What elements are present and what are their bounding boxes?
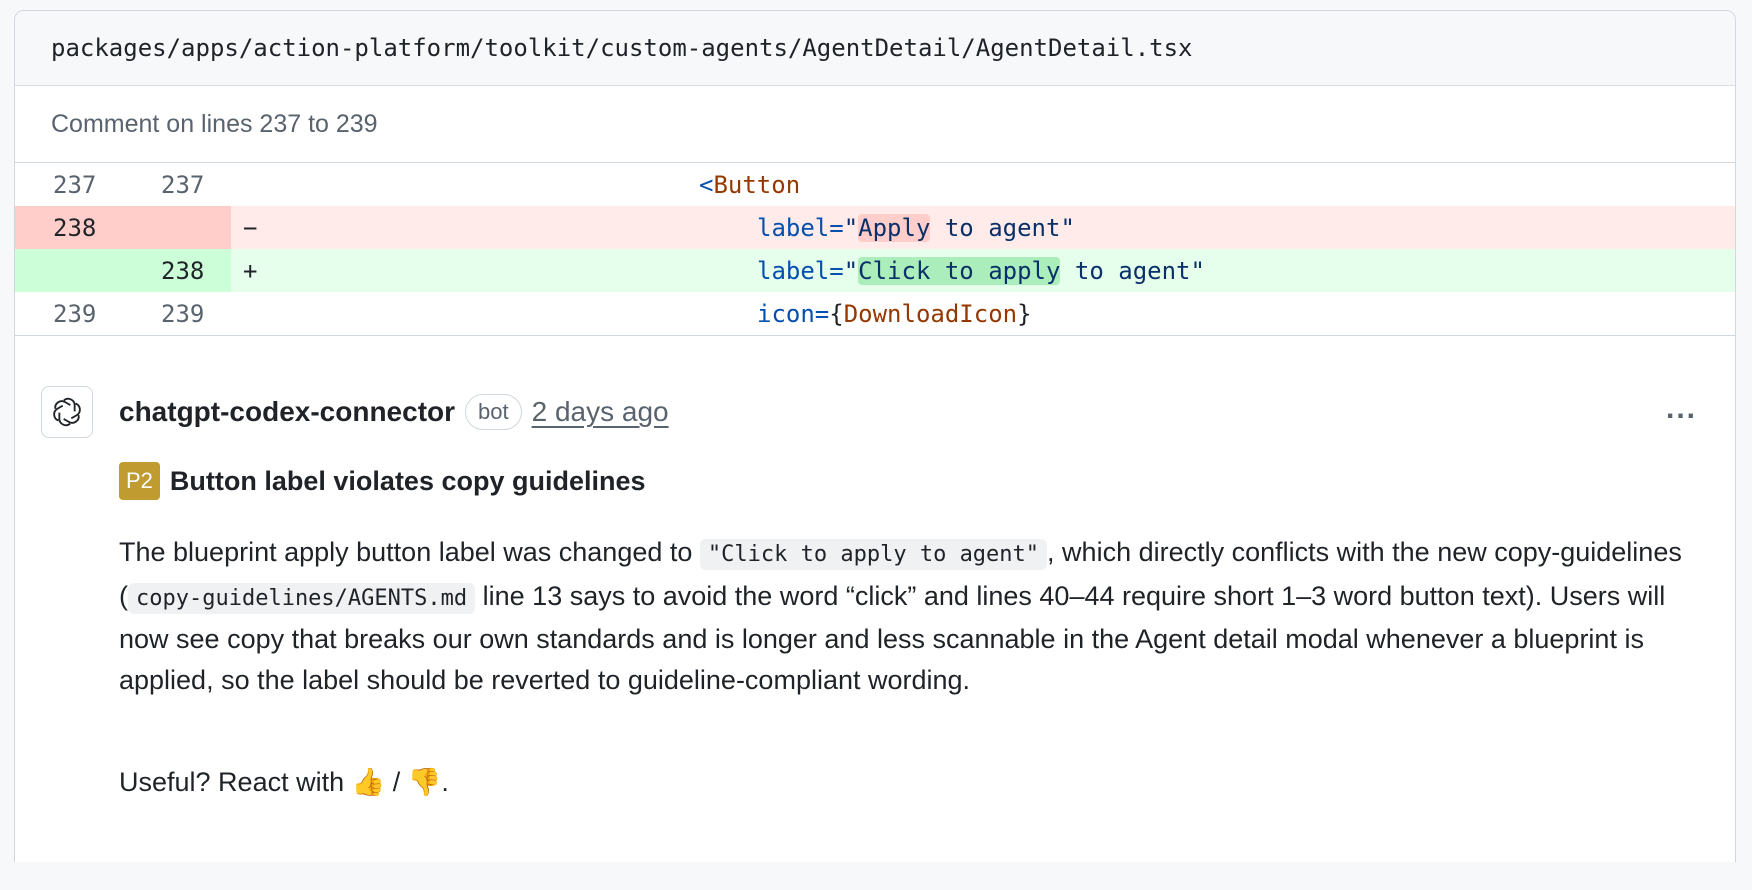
- diff-marker: [231, 292, 273, 335]
- code-token: ": [843, 256, 859, 285]
- comment-range-label: Comment on lines 237 to 239: [15, 86, 1735, 163]
- comment-body: The blueprint apply button label was cha…: [119, 532, 1699, 700]
- code-token: }: [1017, 299, 1032, 328]
- priority-badge: P2: [119, 462, 160, 500]
- code-token: to agent": [1060, 256, 1205, 285]
- code-token: icon=: [757, 299, 830, 328]
- author-link[interactable]: chatgpt-codex-connector: [119, 396, 455, 428]
- comment-title: Button label violates copy guidelines: [169, 465, 646, 496]
- code-token: {: [829, 299, 844, 328]
- kebab-menu-icon[interactable]: ...: [1666, 392, 1697, 426]
- feedback-separator: /: [385, 767, 408, 797]
- code-token: DownloadIcon: [843, 299, 1018, 328]
- code-token: <: [699, 170, 714, 199]
- openai-logo-icon: [53, 397, 81, 427]
- new-line-number[interactable]: 239: [123, 292, 231, 335]
- file-path[interactable]: packages/apps/action-platform/toolkit/cu…: [51, 34, 1193, 62]
- code-line: < Button: [273, 163, 800, 206]
- bot-badge: bot: [465, 394, 522, 430]
- review-comment-card: packages/apps/action-platform/toolkit/cu…: [14, 10, 1736, 890]
- diff-marker: +: [243, 256, 258, 285]
- old-line-number[interactable]: 238: [15, 206, 123, 249]
- inline-code-label: "Click to apply to agent": [699, 539, 1048, 570]
- comment-header: chatgpt-codex-connector bot 2 days ago: [119, 388, 669, 436]
- code-token: Button: [713, 170, 801, 199]
- avatar[interactable]: [41, 386, 93, 438]
- file-path-header[interactable]: packages/apps/action-platform/toolkit/cu…: [15, 11, 1735, 86]
- new-line-number[interactable]: [123, 206, 231, 249]
- comment-title-row: P2 Button label violates copy guidelines: [119, 462, 646, 500]
- body-text-1: The blueprint apply button label was cha…: [119, 537, 700, 567]
- old-line-number[interactable]: 239: [15, 292, 123, 335]
- code-token: Apply: [858, 213, 931, 242]
- diff-marker: [231, 163, 273, 206]
- thumbs-up-icon[interactable]: 👍: [352, 767, 386, 797]
- code-token: label=: [757, 256, 844, 285]
- new-line-number[interactable]: 238: [123, 249, 231, 292]
- new-line-number[interactable]: 237: [123, 163, 231, 206]
- diff-row: 238 + label= " Click to apply to agent": [15, 249, 1735, 292]
- thumbs-down-icon[interactable]: 👎: [408, 767, 442, 797]
- feedback-prompt: Useful? React with 👍 / 👎.: [119, 766, 449, 798]
- feedback-suffix: .: [441, 767, 449, 797]
- diff-row: 238− label= " Apply to agent": [15, 206, 1735, 249]
- old-line-number[interactable]: [15, 249, 123, 292]
- diff-hunk: 237 237 < Button 238− label= " Apply to agent" 2…: [15, 163, 1735, 336]
- code-token: to agent": [930, 213, 1075, 242]
- code-line: label= " Apply to agent": [273, 206, 1075, 249]
- diff-row: 239 239 icon={DownloadIcon}: [15, 292, 1735, 336]
- code-token: ": [843, 213, 859, 242]
- diff-marker: −: [243, 213, 258, 242]
- inline-code-path: copy-guidelines/AGENTS.md: [128, 582, 476, 614]
- code-token: Click to apply: [858, 256, 1061, 285]
- timestamp-link[interactable]: 2 days ago: [532, 396, 669, 428]
- code-line: label= " Click to apply to agent": [273, 249, 1205, 292]
- diff-row: 237 237 < Button: [15, 163, 1735, 206]
- code-token: label=: [757, 213, 844, 242]
- old-line-number[interactable]: 237: [15, 163, 123, 206]
- page-bottom-strip: [0, 862, 1752, 890]
- feedback-text: Useful? React with: [119, 767, 352, 797]
- code-line: icon={DownloadIcon}: [273, 292, 1032, 335]
